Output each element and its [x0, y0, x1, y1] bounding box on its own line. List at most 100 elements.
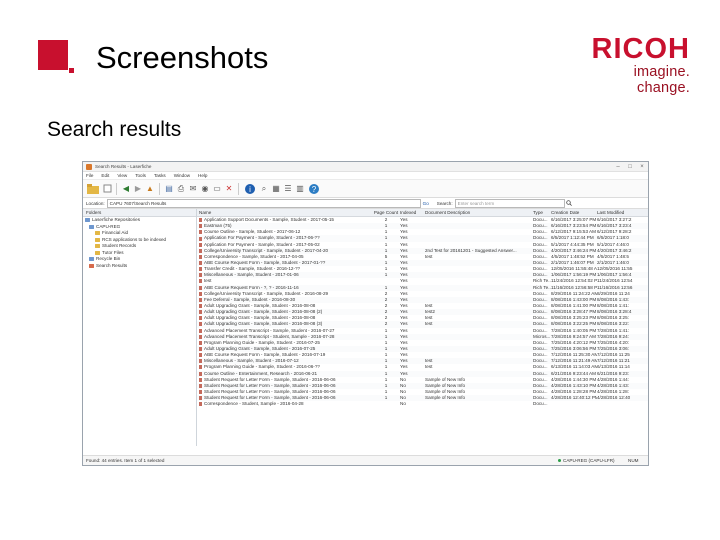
menu-item-tasks[interactable]: Tasks: [154, 173, 166, 178]
cell-description: test: [425, 364, 433, 370]
cell-page-count: 1: [384, 395, 388, 401]
document-icon: [199, 390, 202, 395]
document-icon: [199, 365, 202, 370]
column-name[interactable]: Name: [197, 209, 372, 216]
go-button[interactable]: Go: [423, 201, 429, 206]
back-icon[interactable]: ◀: [121, 184, 131, 194]
forward-icon[interactable]: ▶: [133, 184, 143, 194]
cell-page-count: 1: [384, 272, 388, 278]
document-icon: [199, 377, 202, 382]
cell-last-modified: 4/28/2016 12:40: [597, 395, 631, 401]
folder-tree-label: Search Results: [96, 262, 128, 268]
folder-tree-item[interactable]: Search Results: [83, 263, 196, 270]
slide-title: Screenshots: [96, 40, 269, 75]
toolbar-separator: [116, 182, 117, 195]
folder-icon[interactable]: [86, 182, 100, 196]
menu-item-edit[interactable]: Edit: [101, 173, 109, 178]
column-creation-date[interactable]: Creation Date: [551, 209, 597, 216]
document-icon: [199, 304, 202, 309]
document-icon: [199, 291, 202, 296]
cell-name-text: Correspondence - Student, Sample - 2016-…: [204, 401, 304, 407]
column-last-modified[interactable]: Last Modified: [597, 209, 642, 216]
document-icon: [199, 248, 202, 253]
camera-icon[interactable]: ◉: [200, 184, 210, 194]
list-icon[interactable]: ☰: [283, 184, 293, 194]
folder-icon: [89, 263, 94, 268]
tree-icon[interactable]: ▤: [164, 184, 174, 194]
properties-icon[interactable]: i: [243, 182, 257, 196]
document-icon: [199, 242, 202, 247]
folder-icon: [95, 250, 100, 255]
folder-icon: [95, 231, 100, 236]
document-icon: [199, 359, 202, 364]
search-input[interactable]: Enter search term: [454, 198, 565, 208]
search-go-icon[interactable]: [566, 200, 573, 207]
brand-name: RICOH: [591, 33, 690, 65]
close-button[interactable]: ×: [636, 163, 648, 171]
up-icon[interactable]: ▲: [145, 184, 155, 194]
location-field[interactable]: CAPU 7607\Search Results: [106, 198, 421, 208]
status-summary: Found: 44 entries. Item 1 of 1 selected: [86, 458, 165, 463]
location-label: Location:: [86, 200, 105, 206]
document-icon: [199, 285, 202, 290]
svg-text:?: ?: [312, 185, 317, 194]
folder-icon: [89, 224, 94, 229]
document-icon: [199, 402, 202, 407]
cell-creation-date: 4/28/2016 12:40:12 PM: [551, 395, 597, 401]
brand-logo: RICOH imagine. change.: [582, 34, 690, 96]
column-indexed[interactable]: Indexed: [400, 209, 425, 216]
column-page-count[interactable]: Page Count: [372, 209, 400, 216]
column-description[interactable]: Document Description: [425, 209, 533, 216]
cell-description: Sample of New Info: [425, 395, 466, 401]
window-titlebar: Search Results - Laserfiche – □ ×: [83, 162, 648, 172]
new-icon[interactable]: [102, 184, 112, 194]
menu-item-tools[interactable]: Tools: [135, 173, 146, 178]
status-num: NUM: [628, 458, 639, 463]
status-database-label: CAPU-REG (CAPU-LFR): [563, 458, 615, 463]
column-type[interactable]: Type: [533, 209, 551, 216]
delete-icon[interactable]: ✕: [224, 184, 234, 194]
table-row[interactable]: Correspondence - Student, Sample - 2016-…: [197, 401, 648, 407]
document-icon: [199, 273, 202, 278]
minimize-button[interactable]: –: [612, 163, 624, 171]
menu-bar: File Edit View Tools Tasks Window Help: [83, 172, 648, 180]
app-icon: [86, 163, 92, 170]
document-icon: [199, 347, 202, 352]
document-icon: [199, 353, 202, 358]
search-label: Search:: [436, 200, 453, 206]
document-icon: [199, 371, 202, 376]
brand-accent-dot: [69, 68, 74, 73]
cell-type: Docu...: [533, 401, 548, 407]
search-icon[interactable]: ⌕: [259, 184, 269, 194]
status-database: CAPU-REG (CAPU-LFR): [558, 458, 628, 463]
document-icon: [199, 316, 202, 321]
document-icon: [199, 310, 202, 315]
database-icon: [558, 459, 561, 463]
print-icon[interactable]: ⎙: [176, 184, 186, 194]
menu-item-view[interactable]: View: [117, 173, 127, 178]
window-body: Folders Laserfiche Repositories CAPU-REG F…: [83, 209, 648, 446]
maximize-button[interactable]: □: [624, 163, 636, 171]
results-header: Name Page Count Indexed Document Descrip…: [197, 209, 648, 217]
document-icon: [199, 396, 202, 401]
folders-panel: Folders Laserfiche Repositories CAPU-REG F…: [83, 209, 197, 446]
toolbar-separator: [238, 182, 239, 195]
cell-indexed: No: [400, 401, 406, 407]
grid-icon[interactable]: ▦: [271, 184, 281, 194]
document-icon: [199, 328, 202, 333]
menu-item-window[interactable]: Window: [174, 173, 190, 178]
folders-header: Folders: [83, 209, 196, 217]
folder-icon: [95, 237, 100, 242]
cell-description: test: [425, 253, 433, 259]
scan-icon[interactable]: ▭: [212, 184, 222, 194]
document-icon: [199, 297, 202, 302]
help-icon[interactable]: ?: [307, 182, 321, 196]
columns-icon[interactable]: ▥: [295, 184, 305, 194]
menu-item-file[interactable]: File: [86, 173, 93, 178]
laserfiche-window: Search Results - Laserfiche – □ × File Ed…: [82, 161, 649, 466]
document-icon: [199, 267, 202, 272]
status-bar: Found: 44 entries. Item 1 of 1 selected …: [83, 455, 648, 465]
brand-accent-square: [38, 40, 68, 70]
email-icon[interactable]: ✉: [188, 184, 198, 194]
menu-item-help[interactable]: Help: [198, 173, 207, 178]
